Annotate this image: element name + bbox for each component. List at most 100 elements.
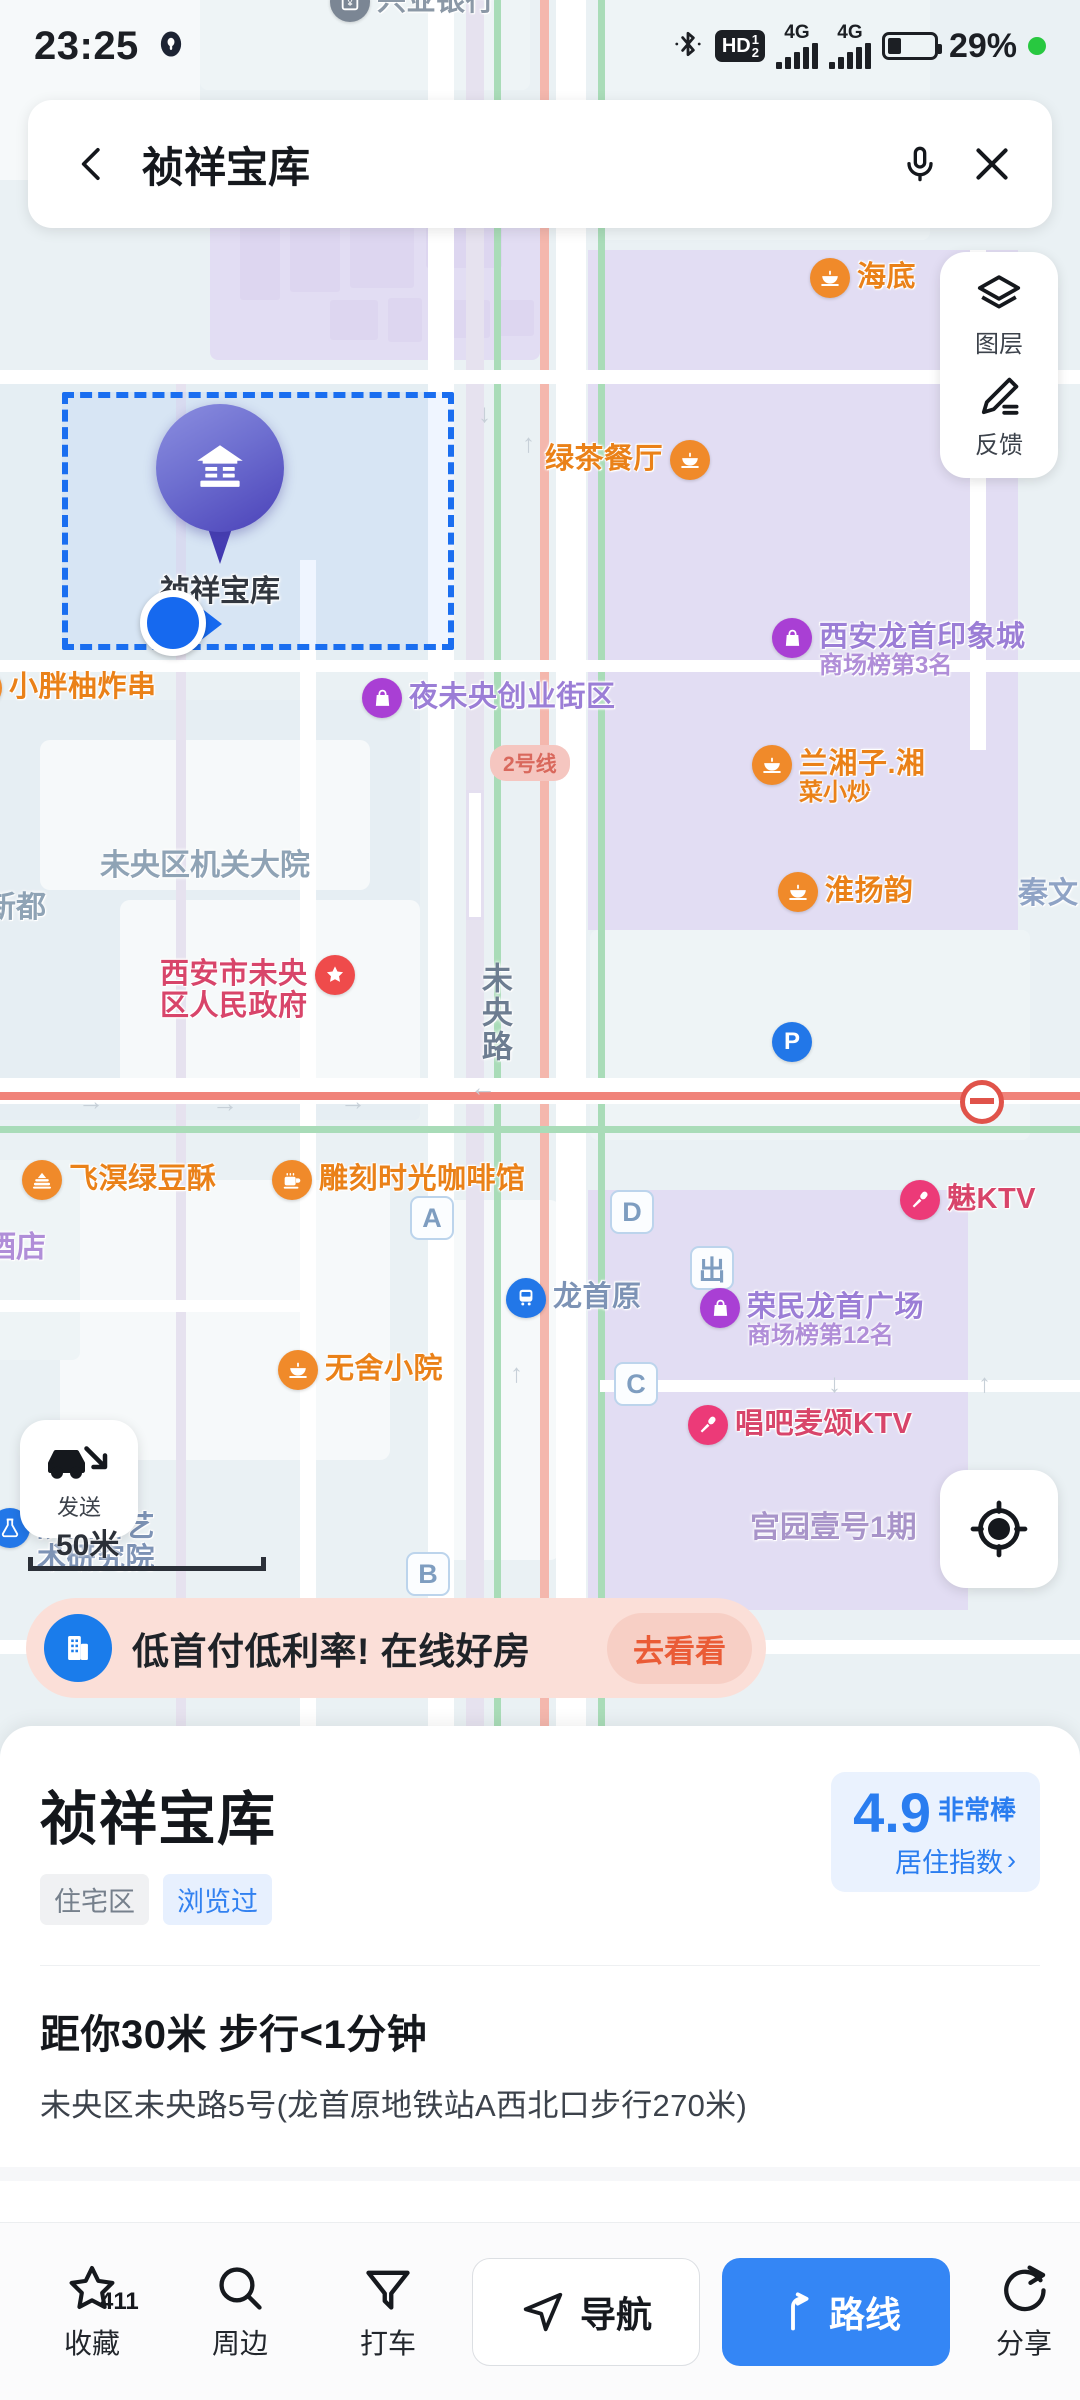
- area-name-qinwen: 秦文: [1018, 877, 1078, 910]
- map-poi-label: 西安市未央 区人民政府: [160, 958, 308, 1023]
- address-text: 未央区未央路5号(龙首原地铁站A西北口步行270米): [40, 2088, 748, 2123]
- promo-cta-button[interactable]: 去看看: [607, 1612, 752, 1684]
- chevron-right-icon: ›: [1007, 1845, 1016, 1876]
- battery-percent: 29%: [948, 26, 1017, 65]
- metro-exit-out[interactable]: 出: [690, 1246, 734, 1290]
- map-poi-marker[interactable]: 兰湘子.湘 菜小炒: [752, 745, 926, 807]
- page-title: 祯祥宝库: [40, 1787, 277, 1852]
- rating-card[interactable]: 4.9 非常棒 居住指数 ›: [831, 1772, 1040, 1893]
- map-poi-label: 海底: [857, 261, 917, 293]
- title-row: 祯祥宝库 住宅区 浏览过 4.9 非常棒 居住指数 ›: [40, 1726, 1040, 1925]
- nearby-button[interactable]: 周边: [166, 2262, 314, 2362]
- map-poi-sublabel: 商场榜第3名: [819, 652, 953, 680]
- rating-label: 居住指数: [895, 1848, 1003, 1879]
- selected-place-marker[interactable]: 祯祥宝库: [156, 404, 284, 608]
- promo-banner[interactable]: 低首付低利率! 在线好房 去看看: [26, 1598, 766, 1698]
- bluetooth-icon: [672, 27, 704, 66]
- metro-exit-d[interactable]: D: [610, 1190, 654, 1234]
- recording-dot-icon: [1028, 37, 1046, 55]
- signal-icon: 4G: [775, 23, 818, 69]
- metro-exit-c[interactable]: C: [614, 1362, 658, 1406]
- map-poi-marker[interactable]: 淮扬韵: [778, 872, 914, 912]
- restaurant-icon: [752, 745, 792, 785]
- search-input[interactable]: 祯祥宝库: [142, 134, 870, 195]
- map-poi-marker[interactable]: 夜未央创业街区: [362, 678, 616, 718]
- map-poi-label: 西安龙首印象城: [819, 621, 1026, 653]
- metro-exit-a[interactable]: A: [410, 1196, 454, 1240]
- rating-word: 非常棒: [937, 1795, 1016, 1825]
- poi-label: 龙首原: [553, 1281, 642, 1313]
- tag-list: 住宅区 浏览过: [40, 1874, 276, 1925]
- taxi-button[interactable]: 打车: [314, 2262, 462, 2362]
- map-poi-marker[interactable]: 唱吧麦颂KTV: [688, 1405, 913, 1445]
- metro-line-badge: 2号线: [490, 745, 570, 781]
- cafe-icon: [272, 1160, 312, 1200]
- signal-icon: 4G: [828, 23, 871, 69]
- navigate-label: 导航: [579, 2293, 652, 2335]
- status-time: 23:25: [34, 23, 139, 68]
- map-poi-marker[interactable]: 海底: [810, 258, 916, 298]
- map-poi-label: 无舍小院: [325, 1353, 444, 1385]
- residential-building-icon: [156, 404, 284, 532]
- user-location-dot: [140, 590, 206, 656]
- area-name-government-compound: 未央区机关大院: [100, 849, 310, 882]
- street-name-weiyang-road: 未央路: [476, 962, 512, 1064]
- map-poi-label: 魅KTV: [947, 1183, 1037, 1215]
- microphone-icon[interactable]: [900, 138, 940, 190]
- favorite-button[interactable]: 411 收藏: [18, 2262, 166, 2362]
- map-poi-marker[interactable]: 无舍小院: [278, 1350, 443, 1390]
- share-label: 分享: [995, 2327, 1052, 2359]
- map-poi-marker[interactable]: 雕刻时光咖啡馆: [272, 1160, 526, 1200]
- map-poi-marker[interactable]: 荣民龙首广场 商场榜第12名: [700, 1288, 924, 1350]
- back-chevron-icon[interactable]: [72, 136, 112, 192]
- building-icon: [44, 1614, 112, 1682]
- tag-category: 住宅区: [40, 1874, 149, 1925]
- restaurant-icon: [778, 872, 818, 912]
- poi-parking[interactable]: P: [772, 1022, 812, 1062]
- search-bar[interactable]: 祯祥宝库: [28, 100, 1052, 228]
- share-button[interactable]: 分享: [964, 2262, 1080, 2362]
- layers-button[interactable]: 图层: [972, 272, 1026, 359]
- map-poi-marker[interactable]: 绿茶餐厅: [545, 440, 711, 480]
- battery-icon: [881, 32, 942, 60]
- map-poi-label: 雕刻时光咖啡馆: [319, 1163, 526, 1195]
- route-button[interactable]: 路线: [722, 2257, 950, 2366]
- close-icon[interactable]: [970, 138, 1014, 190]
- ktv-icon: [688, 1405, 728, 1445]
- scale-line: [28, 1557, 266, 1571]
- poi-metro-station-longshouyuan[interactable]: 龙首原: [506, 1278, 642, 1318]
- map-canvas[interactable]: ↓ ↑ ← → ↓ ↑ ↑ → → 2号线 未央路 未央区机关大院 新都 宫园壹…: [0, 0, 1080, 1790]
- locate-me-button[interactable]: [940, 1470, 1058, 1588]
- map-poi-label: 飞溟绿豆酥: [69, 1163, 217, 1195]
- rating-score: 4.9: [853, 1781, 931, 1844]
- map-poi-label: 绿茶餐厅: [545, 443, 664, 475]
- favorite-label: 收藏: [63, 2327, 120, 2359]
- shopping-icon: [772, 618, 812, 658]
- map-poi-label: 夜未央创业街区: [409, 681, 616, 713]
- section-divider: [0, 2167, 1080, 2181]
- map-poi-marker[interactable]: 魅KTV: [900, 1180, 1036, 1220]
- dessert-icon: [22, 1160, 62, 1200]
- tag-visited: 浏览过: [163, 1874, 272, 1925]
- taxi-label: 打车: [359, 2327, 416, 2359]
- shopping-icon: [700, 1288, 740, 1328]
- map-poi-marker[interactable]: 飞溟绿豆酥: [22, 1160, 217, 1200]
- area-name-xindu: 新都: [0, 891, 46, 924]
- restaurant-icon: [0, 668, 2, 708]
- app-root: ↓ ↑ ← → ↓ ↑ ↑ → → 2号线 未央路 未央区机关大院 新都 宫园壹…: [0, 0, 1080, 2400]
- bottom-action-bar: 411 收藏 周边 打车 导航 路线 分享: [0, 2222, 1080, 2400]
- navigate-button[interactable]: 导航: [472, 2257, 700, 2366]
- area-name-hotel: 酒店: [0, 1231, 46, 1264]
- restaurant-icon: [670, 440, 711, 480]
- restaurant-icon: [810, 258, 850, 298]
- map-poi-marker[interactable]: 小胖柚炸串: [0, 668, 157, 708]
- feedback-button[interactable]: 反馈: [973, 373, 1025, 460]
- metro-exit-b[interactable]: B: [406, 1552, 450, 1596]
- map-poi-sublabel: 菜小炒: [799, 779, 871, 807]
- route-label: 路线: [828, 2293, 901, 2335]
- favorite-count-badge: 411: [100, 2287, 139, 2315]
- map-poi-sublabel: 商场榜第12名: [747, 1322, 894, 1350]
- metro-icon: [506, 1278, 546, 1318]
- map-poi-marker[interactable]: 西安龙首印象城 商场榜第3名: [772, 618, 1026, 680]
- map-poi-marker[interactable]: 西安市未央 区人民政府: [160, 955, 355, 1023]
